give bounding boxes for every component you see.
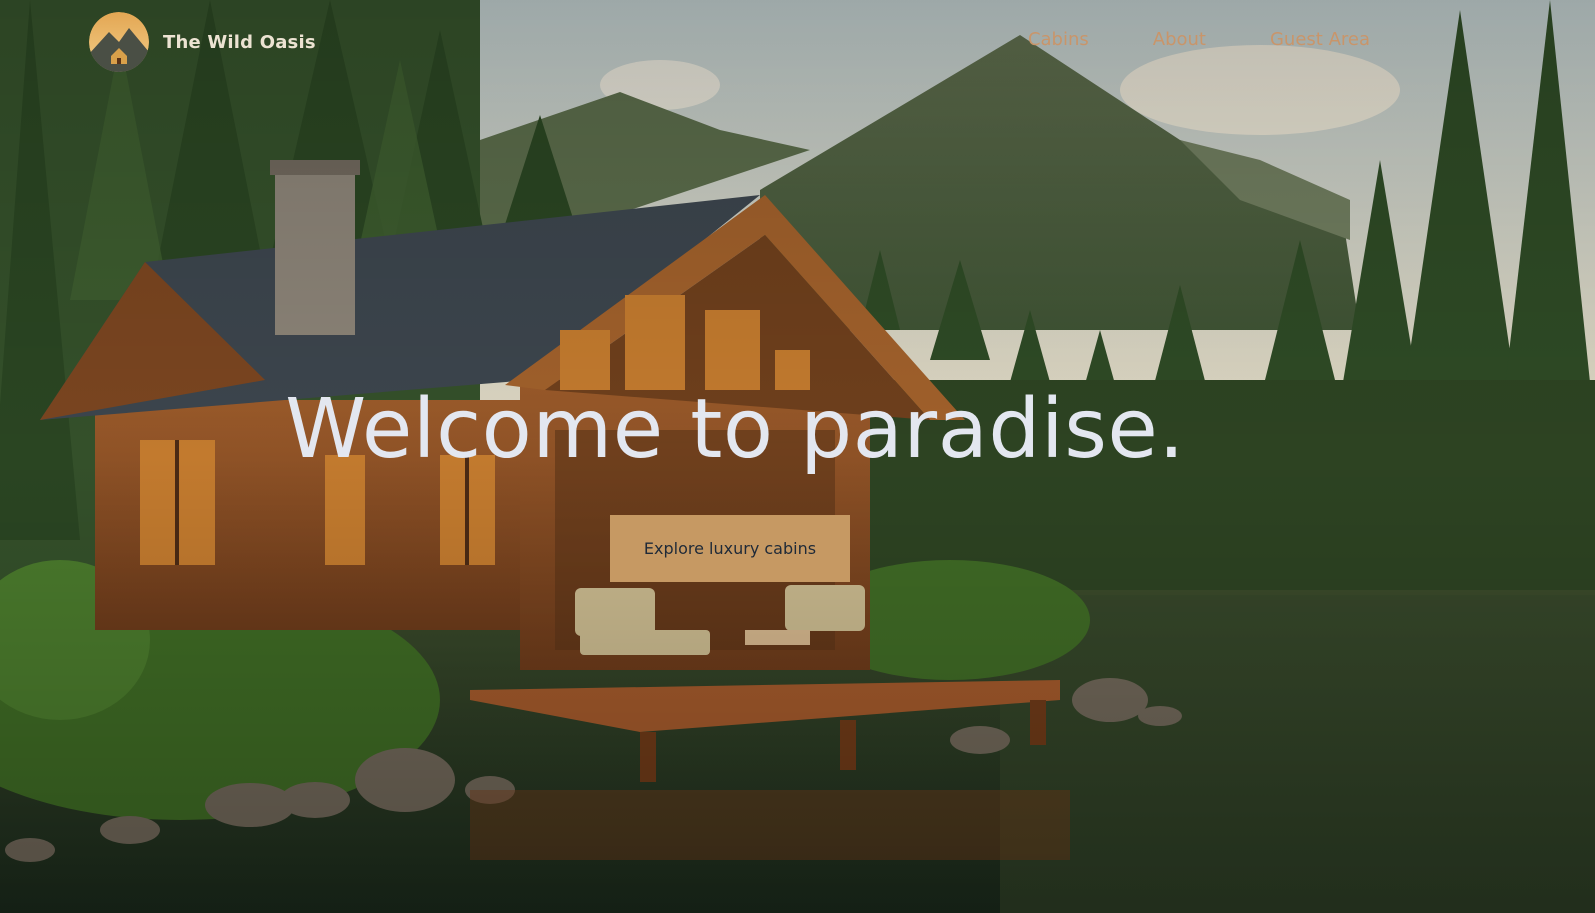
landing-page: The Wild Oasis Cabins About Guest Area W… — [0, 0, 1595, 913]
hero-title: Welcome to paradise. — [285, 382, 1185, 477]
main-navigation: Cabins About Guest Area — [1028, 29, 1370, 50]
nav-link-about[interactable]: About — [1153, 29, 1206, 50]
cabin-mountain-logo-icon — [89, 12, 149, 72]
nav-link-guest-area[interactable]: Guest Area — [1270, 29, 1370, 50]
nav-link-cabins[interactable]: Cabins — [1028, 29, 1089, 50]
explore-cabins-button[interactable]: Explore luxury cabins — [610, 515, 850, 582]
brand-logo-link[interactable]: The Wild Oasis — [89, 12, 316, 72]
brand-name: The Wild Oasis — [163, 31, 316, 53]
site-header: The Wild Oasis Cabins About Guest Area — [0, 0, 1595, 84]
